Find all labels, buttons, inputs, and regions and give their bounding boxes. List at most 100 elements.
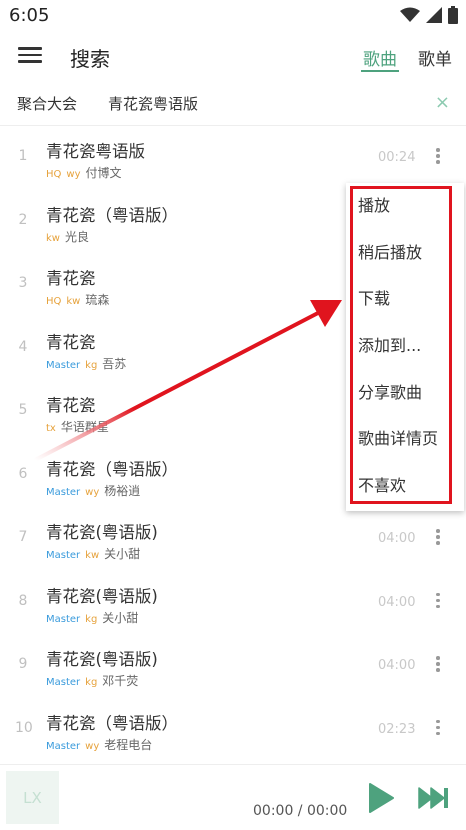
- menu-item[interactable]: 下载: [346, 276, 464, 323]
- play-icon[interactable]: [368, 783, 394, 813]
- source-badge: kg: [85, 359, 98, 371]
- song-title: 青花瓷（粤语版）: [46, 459, 178, 479]
- song-meta: HQ wy 付博文: [46, 164, 122, 181]
- menu-item[interactable]: 歌曲详情页: [346, 416, 464, 463]
- song-artist: 吾苏: [102, 356, 127, 371]
- source-badge: kg: [85, 677, 98, 688]
- quality-badge: Master: [46, 486, 81, 498]
- song-artist: 关小甜: [102, 610, 139, 625]
- status-bar: 6:05: [0, 0, 466, 32]
- song-title: 青花瓷: [46, 396, 96, 415]
- more-vert-icon[interactable]: [435, 719, 441, 738]
- play-time: 00:00 / 00:00: [253, 803, 348, 819]
- menu-item[interactable]: 分享歌曲: [346, 370, 464, 417]
- song-title: 青花瓷: [46, 332, 96, 352]
- song-artist: 琉森: [85, 293, 110, 307]
- song-duration: 00:24: [378, 150, 416, 165]
- song-row[interactable]: 7 青花瓷(粤语版) Master kw 关小甜 04:00: [0, 507, 466, 571]
- song-title: 青花瓷(粤语版): [46, 586, 158, 606]
- more-vert-icon[interactable]: [435, 148, 441, 166]
- search-bar: 聚合大会 青花瓷粤语版 ×: [0, 84, 466, 124]
- context-menu: 播放 稍后播放 下载 添加到... 分享歌曲 歌曲详情页 不喜欢: [346, 183, 464, 511]
- page-title: 搜索: [70, 47, 110, 71]
- song-title: 青花瓷: [46, 269, 96, 288]
- wifi-icon: [400, 7, 420, 22]
- battery-icon: [448, 6, 458, 24]
- quality-badge: Master: [46, 550, 81, 561]
- app-bar: 搜索 歌曲 歌单: [0, 32, 466, 84]
- menu-item[interactable]: 不喜欢: [346, 463, 464, 510]
- song-title: 青花瓷（粤语版）: [46, 205, 178, 225]
- song-artist: 老程电台: [104, 737, 153, 752]
- song-meta: Master kg 邓千荧: [46, 672, 138, 689]
- quality-badge: Master: [46, 740, 81, 752]
- song-row[interactable]: 1 青花瓷粤语版 HQ wy 付博文 00:24: [0, 126, 466, 190]
- song-row[interactable]: 10 青花瓷（粤语版） Master wy 老程电台 02:23: [0, 698, 466, 762]
- more-vert-icon[interactable]: [435, 529, 441, 547]
- more-vert-icon[interactable]: [435, 592, 441, 611]
- source-badge: kg: [85, 613, 98, 625]
- source-badge: wy: [85, 486, 100, 498]
- source-badge: kw: [66, 296, 81, 307]
- song-duration: 02:23: [378, 721, 416, 737]
- skip-next-icon[interactable]: [418, 787, 450, 809]
- status-time: 6:05: [9, 5, 50, 26]
- menu-item[interactable]: 添加到...: [346, 323, 464, 370]
- song-index: 8: [18, 592, 28, 609]
- source-selector[interactable]: 聚合大会: [17, 93, 77, 114]
- song-artist: 华语群星: [60, 420, 109, 434]
- source-badge: wy: [66, 169, 81, 180]
- song-meta: HQ kw 琉森: [46, 291, 109, 308]
- song-duration: 04:00: [378, 531, 416, 546]
- song-meta: tx 华语群星: [46, 418, 109, 435]
- song-meta: Master kg 吾苏: [46, 355, 126, 372]
- song-index: 6: [18, 465, 28, 482]
- song-meta: kw 光良: [46, 228, 89, 245]
- song-duration: 04:00: [378, 658, 416, 673]
- song-index: 3: [18, 275, 28, 291]
- quality-badge: HQ: [46, 296, 62, 307]
- close-icon[interactable]: ×: [435, 92, 450, 113]
- menu-icon[interactable]: [18, 44, 42, 68]
- signal-icon: [426, 7, 442, 23]
- player-bar: LX 00:00 / 00:00: [0, 764, 466, 830]
- song-artist: 付博文: [85, 166, 122, 180]
- song-meta: Master kg 关小甜: [46, 609, 138, 626]
- song-meta: Master kw 关小甜: [46, 545, 140, 562]
- song-index: 7: [18, 529, 28, 545]
- song-index: 10: [15, 719, 33, 736]
- song-row[interactable]: 9 青花瓷(粤语版) Master kg 邓千荧 04:00: [0, 634, 466, 698]
- menu-item[interactable]: 稍后播放: [346, 230, 464, 277]
- quality-badge: Master: [46, 613, 81, 625]
- source-badge: kw: [46, 232, 60, 244]
- song-index: 5: [18, 402, 28, 418]
- song-title: 青花瓷(粤语版): [46, 523, 158, 542]
- quality-badge: HQ: [46, 169, 62, 180]
- source-badge: kw: [85, 550, 100, 561]
- song-row[interactable]: 8 青花瓷(粤语版) Master kg 关小甜 04:00: [0, 571, 466, 635]
- song-duration: 04:00: [378, 594, 416, 610]
- source-badge: wy: [85, 740, 100, 752]
- song-index: 1: [18, 148, 28, 164]
- tab-playlists[interactable]: 歌单: [418, 45, 452, 70]
- song-artist: 杨裕逍: [104, 483, 141, 498]
- song-index: 2: [18, 211, 28, 228]
- tab-songs[interactable]: 歌曲: [363, 45, 397, 70]
- song-title: 青花瓷(粤语版): [46, 650, 158, 669]
- tab-active-indicator: [361, 70, 399, 72]
- song-index: 4: [18, 338, 28, 355]
- search-input[interactable]: 青花瓷粤语版: [108, 93, 198, 114]
- more-vert-icon[interactable]: [435, 656, 441, 674]
- song-meta: Master wy 老程电台: [46, 736, 152, 753]
- source-badge: tx: [46, 423, 56, 434]
- album-cover[interactable]: LX: [6, 771, 59, 824]
- status-icons: [400, 6, 458, 24]
- song-meta: Master wy 杨裕逍: [46, 482, 140, 499]
- song-index: 9: [18, 656, 28, 672]
- song-title: 青花瓷（粤语版）: [46, 713, 178, 733]
- menu-item[interactable]: 播放: [346, 183, 464, 230]
- quality-badge: Master: [46, 359, 81, 371]
- quality-badge: Master: [46, 677, 81, 688]
- song-title: 青花瓷粤语版: [46, 142, 145, 161]
- song-artist: 光良: [64, 229, 89, 244]
